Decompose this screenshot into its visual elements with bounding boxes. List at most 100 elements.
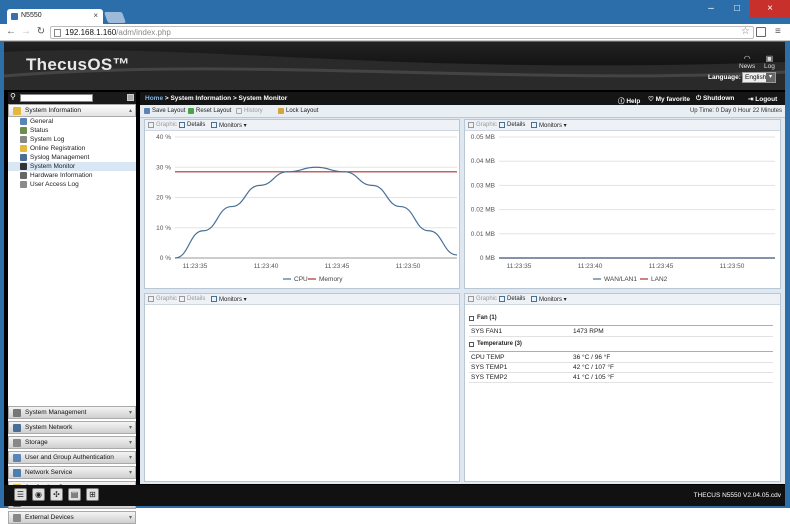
y-tick-label: 0.02 MB <box>471 207 495 214</box>
sidebar-item-hardware-information[interactable]: Hardware Information <box>8 171 136 180</box>
section-system-network[interactable]: System Network ▾ <box>8 421 136 434</box>
fan-group-header[interactable]: Fan (1) <box>469 315 497 321</box>
expand-icon: ▾ <box>128 455 132 461</box>
section-network-service[interactable]: Network Service ▾ <box>8 466 136 479</box>
search-go-button[interactable] <box>127 94 134 101</box>
monitors-button[interactable]: Monitors ▾ <box>211 296 247 303</box>
monitors-button[interactable]: Monitors ▾ <box>211 122 247 129</box>
section-storage[interactable]: Storage ▾ <box>8 436 136 449</box>
network-panel: Graphic Details Monitors ▾ 0.05 MB 0.04 M… <box>464 119 781 289</box>
reload-icon[interactable]: ↻ <box>35 26 47 38</box>
details-button[interactable]: Details <box>179 122 205 128</box>
save-icon <box>144 108 150 114</box>
log-link[interactable]: ▣ Log <box>764 54 775 70</box>
reset-layout-button[interactable]: Reset Layout <box>188 108 231 114</box>
maximize-icon[interactable]: □ <box>724 0 750 18</box>
graphic-button[interactable]: Graphic <box>148 122 177 128</box>
sidebar-item-user-access-log[interactable]: User Access Log <box>8 180 136 189</box>
legend-entry-wan-lan1: WAN/LAN1 <box>604 276 637 283</box>
forward-icon[interactable]: → <box>20 26 32 38</box>
search-input[interactable] <box>20 94 93 102</box>
minimize-icon[interactable]: – <box>698 0 724 18</box>
news-label: News <box>739 63 756 70</box>
dock-fan-icon[interactable]: ✣ <box>50 488 63 501</box>
history-button[interactable]: History <box>236 108 263 114</box>
sensor-panel: Graphic Details Monitors ▾ Fan (1) SYS F… <box>464 293 781 482</box>
sidebar: ⚲ System Information ▴ General Status Syste… <box>8 92 136 524</box>
section-external-devices[interactable]: External Devices ▾ <box>8 511 136 524</box>
monitors-button[interactable]: Monitors ▾ <box>531 296 567 303</box>
extension-icon[interactable] <box>756 27 766 37</box>
cpu-memory-chart: 40 % 30 % 20 % 10 % 0 % 11:23:35 11:23:40 11:23… <box>156 134 458 283</box>
breadcrumb-home[interactable]: Home <box>145 95 163 102</box>
menu-icon[interactable]: ≡ <box>775 26 781 37</box>
section-label: System Network <box>25 424 73 431</box>
browser-toolbar: ← → ↻ 192.168.1.160/adm/index.php ☆ ≡ <box>0 24 790 41</box>
item-icon <box>20 136 27 143</box>
section-icon <box>13 454 21 462</box>
close-tab-icon[interactable]: × <box>93 11 98 20</box>
favorite-label: My favorite <box>655 96 690 103</box>
sidebar-item-general[interactable]: General <box>8 117 136 126</box>
sidebar-item-system-log[interactable]: System Log <box>8 135 136 144</box>
graphic-label: Graphic <box>156 296 178 302</box>
thecusos-logo: ThecusOS™ <box>26 55 130 74</box>
firmware-version: THECUS N5550 V2.04.05.cdv <box>693 492 781 499</box>
favorite-button[interactable]: ♡ My favorite <box>648 95 690 103</box>
temperature-group-header[interactable]: Temperature (3) <box>469 341 522 347</box>
details-button[interactable]: Details <box>499 122 525 128</box>
sidebar-item-online-registration[interactable]: Online Registration <box>8 144 136 153</box>
graphic-icon <box>468 296 474 302</box>
section-user-and-group-authentication[interactable]: User and Group Authentication ▾ <box>8 451 136 464</box>
section-system-management[interactable]: System Management ▾ <box>8 406 136 419</box>
browser-window: N5550 × – □ × ← → ↻ 192.168.1.160/adm/ind… <box>0 0 790 524</box>
shutdown-button[interactable]: ⏻ Shutdown <box>696 95 734 103</box>
graphic-button[interactable]: Graphic <box>468 122 497 128</box>
section-label: External Devices <box>25 514 74 521</box>
details-label: Details <box>187 122 206 128</box>
y-tick-label: 20 % <box>156 195 171 202</box>
sidebar-item-label: System Log <box>30 136 65 143</box>
dock-camera-icon[interactable]: ◉ <box>32 488 45 501</box>
sidebar-item-syslog-management[interactable]: Syslog Management <box>8 153 136 162</box>
monitors-button[interactable]: Monitors ▾ <box>531 122 567 129</box>
sensor-name: SYS TEMP2 <box>471 374 508 381</box>
address-bar[interactable]: 192.168.1.160/adm/index.php <box>50 26 754 39</box>
dock-list-icon[interactable]: ☰ <box>14 488 27 501</box>
new-tab-button[interactable] <box>103 12 127 23</box>
section-icon <box>13 409 21 417</box>
news-link[interactable]: ◠ News <box>739 54 755 70</box>
details-button[interactable]: Details <box>499 296 525 302</box>
section-label: Network Service <box>25 469 73 476</box>
sensor-name: CPU TEMP <box>471 354 505 361</box>
help-button[interactable]: ⓘ Help <box>618 95 640 105</box>
panel-header: Graphic Details Monitors ▾ <box>145 294 459 305</box>
bookmark-star-icon[interactable]: ☆ <box>741 26 750 37</box>
legend-entry-cpu: CPU <box>294 276 308 283</box>
graphic-button[interactable]: Graphic <box>148 296 177 302</box>
save-layout-button[interactable]: Save Layout <box>144 108 185 114</box>
sidebar-item-status[interactable]: Status <box>8 126 136 135</box>
graphic-button[interactable]: Graphic <box>468 296 497 302</box>
sidebar-item-system-monitor[interactable]: System Monitor <box>8 162 136 171</box>
lock-layout-button[interactable]: Lock Layout <box>278 108 318 114</box>
details-button[interactable]: Details <box>179 296 205 302</box>
section-system-information[interactable]: System Information ▴ <box>8 104 136 117</box>
sidebar-item-label: Online Registration <box>30 145 86 152</box>
banner: ThecusOS™ ◠ News ▣ Log Language: English ▾ <box>4 42 785 90</box>
back-icon[interactable]: ← <box>5 26 17 38</box>
sensor-value: 42 °C / 107 °F <box>573 364 614 371</box>
details-icon <box>499 122 505 128</box>
browser-tab[interactable]: N5550 × <box>7 9 103 24</box>
dock-network-icon[interactable]: ⊞ <box>86 488 99 501</box>
item-icon <box>20 127 27 134</box>
language-select[interactable]: English ▾ <box>742 72 776 83</box>
dock-folder-icon[interactable]: ▤ <box>68 488 81 501</box>
close-window-icon[interactable]: × <box>750 0 790 18</box>
history-icon <box>236 108 242 114</box>
logout-button[interactable]: ⇥ Logout <box>748 95 777 103</box>
language-value: English <box>745 74 767 81</box>
lock-icon <box>278 108 284 114</box>
x-tick-label: 11:23:35 <box>183 263 208 270</box>
item-icon <box>20 172 27 179</box>
